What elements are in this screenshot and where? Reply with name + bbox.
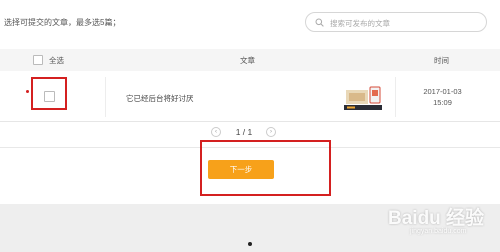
checkbox-highlight-box (31, 77, 67, 110)
page-dot (248, 242, 252, 246)
selection-hint: 选择可提交的文章，最多选5篇； (4, 18, 121, 27)
column-header-article: 文章 (240, 56, 255, 65)
article-thumbnail (342, 84, 384, 112)
table-row (0, 71, 500, 122)
watermark-logo: Baidu 经验 (388, 208, 485, 229)
page-indicator: 1 / 1 (235, 127, 253, 137)
next-page-button[interactable]: › (266, 127, 276, 137)
select-all-checkbox[interactable] (33, 55, 43, 65)
article-title[interactable]: 它已经后台将好讨厌 (126, 93, 194, 104)
article-select-panel: 选择可提交的文章，最多选5篇； 搜索可发布的文章 全选 文章 时间 它已经后台将… (0, 0, 500, 204)
column-divider (395, 77, 396, 117)
watermark-url: jingyan.baidu.com (410, 228, 467, 235)
search-input[interactable]: 搜索可发布的文章 (305, 12, 487, 32)
column-divider (105, 77, 106, 117)
column-header-time: 时间 (434, 56, 449, 65)
select-all-label[interactable]: 全选 (49, 55, 64, 66)
annotation-mark (26, 90, 29, 93)
search-placeholder: 搜索可发布的文章 (330, 19, 390, 28)
button-highlight-box (200, 140, 331, 196)
row-date: 2017-01-03 (423, 87, 462, 96)
search-icon (315, 18, 324, 27)
prev-page-button[interactable]: ‹ (211, 127, 221, 137)
row-time: 15:09 (433, 98, 452, 107)
